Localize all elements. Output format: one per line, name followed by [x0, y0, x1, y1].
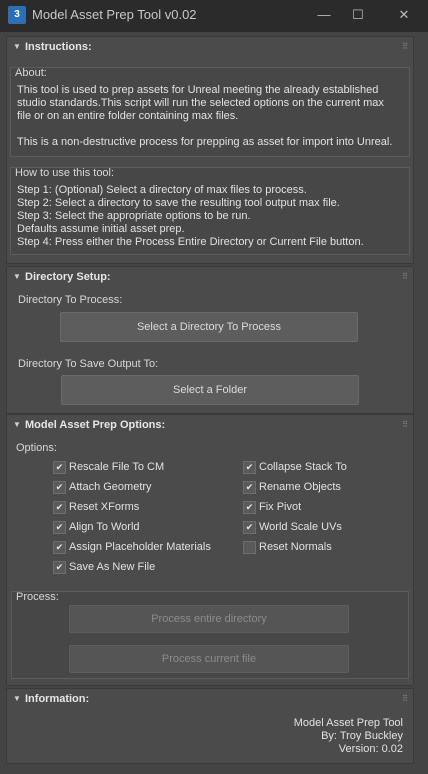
about-text: This tool is used to prep assets for Unr…: [17, 84, 393, 148]
info-author: By: Troy Buckley: [321, 730, 403, 742]
checkbox-label: Fix Pivot: [259, 501, 302, 513]
check-icon[interactable]: ✔: [53, 561, 66, 574]
howto-group: How to use this tool: Step 1: (Optional)…: [10, 167, 410, 255]
grip-icon[interactable]: ⠿: [402, 420, 408, 429]
check-icon[interactable]: ✔: [53, 501, 66, 514]
check-icon[interactable]: ✔: [53, 521, 66, 534]
close-button[interactable]: ✕: [392, 4, 416, 26]
checkbox-label: Reset Normals: [259, 541, 332, 553]
collapse-arrow-icon: ▼: [13, 694, 21, 703]
process-group: Process: Process entire directory Proces…: [11, 591, 409, 679]
check-icon[interactable]: ✔: [243, 461, 256, 474]
options-group-label: Options:: [16, 442, 57, 454]
check-icon[interactable]: ✔: [53, 541, 66, 554]
howto-text: Step 1: (Optional) Select a directory of…: [17, 184, 364, 248]
howto-label: How to use this tool:: [15, 167, 115, 179]
maximize-button[interactable]: ☐: [346, 4, 370, 26]
information-title: Information:: [25, 693, 90, 705]
checkbox-label: Rescale File To CM: [69, 461, 165, 473]
process-directory-button[interactable]: Process entire directory: [69, 605, 349, 633]
options-rollout-header[interactable]: ▼ Model Asset Prep Options: ⠿: [7, 415, 413, 437]
window-title: Model Asset Prep Tool v0.02: [32, 7, 197, 22]
checkbox-label: World Scale UVs: [259, 521, 342, 533]
check-icon[interactable]: ✔: [243, 521, 256, 534]
information-rollout-header[interactable]: ▼ Information: ⠿: [7, 689, 413, 711]
info-tool-name: Model Asset Prep Tool: [293, 717, 403, 729]
checkbox-label: Collapse Stack To: [259, 461, 347, 473]
information-rollout: ▼ Information: ⠿ Model Asset Prep Tool B…: [6, 688, 414, 764]
select-directory-button[interactable]: Select a Directory To Process: [60, 312, 358, 342]
directory-title: Directory Setup:: [25, 271, 111, 283]
checkbox-label: Align To World: [69, 521, 140, 533]
checkbox-label: Reset XForms: [69, 501, 140, 513]
collapse-arrow-icon: ▼: [13, 420, 21, 429]
options-rollout: ▼ Model Asset Prep Options: ⠿ Options: ✔…: [6, 414, 414, 686]
collapse-arrow-icon: ▼: [13, 42, 21, 51]
check-icon[interactable]: ✔: [53, 461, 66, 474]
title-bar: 3 Model Asset Prep Tool v0.02 — ☐ ✕: [0, 0, 428, 32]
directory-rollout: ▼ Directory Setup: ⠿ Directory To Proces…: [6, 266, 414, 414]
instructions-title: Instructions:: [25, 41, 92, 53]
check-icon[interactable]: ✔: [243, 501, 256, 514]
directory-rollout-header[interactable]: ▼ Directory Setup: ⠿: [7, 267, 413, 289]
collapse-arrow-icon: ▼: [13, 272, 21, 281]
instructions-rollout: ▼ Instructions: ⠿ About: This tool is us…: [6, 36, 414, 264]
directory-output-label: Directory To Save Output To:: [18, 358, 159, 370]
checkbox-label: Assign Placeholder Materials: [69, 541, 211, 553]
grip-icon[interactable]: ⠿: [402, 694, 408, 703]
grip-icon[interactable]: ⠿: [402, 272, 408, 281]
checkbox-label: Save As New File: [69, 561, 156, 573]
process-current-file-button[interactable]: Process current file: [69, 645, 349, 673]
unchecked-box-icon[interactable]: [243, 541, 256, 554]
select-folder-button[interactable]: Select a Folder: [61, 375, 359, 405]
directory-to-process-label: Directory To Process:: [18, 294, 123, 306]
process-label: Process:: [16, 591, 59, 603]
info-version: Version: 0.02: [338, 743, 403, 755]
check-icon[interactable]: ✔: [53, 481, 66, 494]
about-label: About:: [15, 67, 47, 79]
check-icon[interactable]: ✔: [243, 481, 256, 494]
instructions-rollout-header[interactable]: ▼ Instructions: ⠿: [7, 37, 413, 59]
checkbox-label: Rename Objects: [259, 481, 341, 493]
options-title: Model Asset Prep Options:: [25, 419, 166, 431]
checkbox-label: Attach Geometry: [69, 481, 152, 493]
minimize-button[interactable]: —: [312, 4, 336, 26]
3dsmax-app-icon: 3: [8, 6, 26, 24]
grip-icon[interactable]: ⠿: [402, 42, 408, 51]
about-group: About: This tool is used to prep assets …: [10, 67, 410, 157]
